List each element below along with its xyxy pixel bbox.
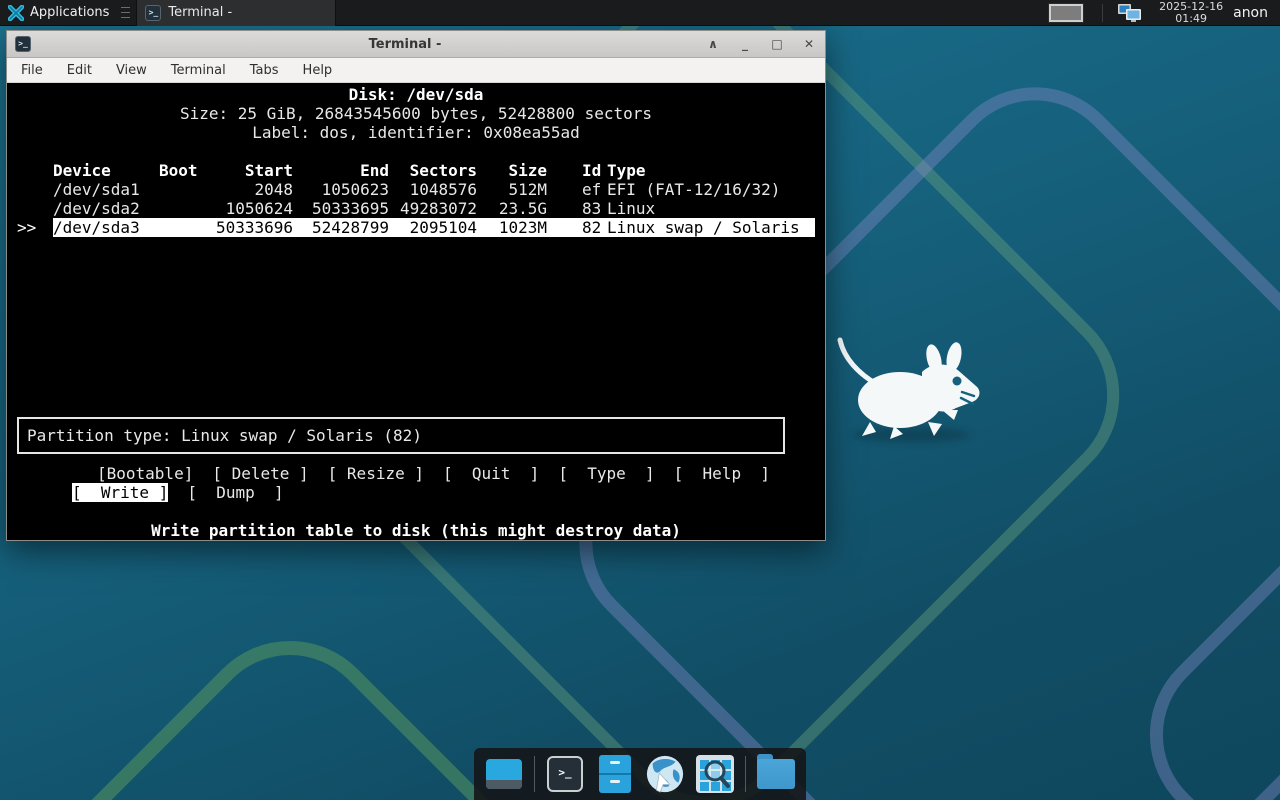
network-monitors-icon[interactable] <box>1117 3 1143 23</box>
partition-type-info-box: Partition type: Linux swap / Solaris (82… <box>17 417 785 454</box>
dump-button[interactable]: [ Dump ] <box>187 483 283 502</box>
menu-help[interactable]: Help <box>303 63 333 78</box>
panel-separator <box>1102 4 1103 22</box>
clock-time: 01:49 <box>1159 13 1223 25</box>
terminal-window: >_ Terminal - ∧ _ □ ✕ File Edit View Ter… <box>6 30 826 541</box>
partition-table: Device Boot Start End Sectors Size Id Ty… <box>17 161 815 237</box>
help-button[interactable]: [ Help ] <box>674 464 770 483</box>
mouse-eye <box>953 377 962 386</box>
taskbar-window-label: Terminal - <box>168 5 232 20</box>
window-terminal-icon: >_ <box>15 36 31 52</box>
username-label: anon <box>1233 5 1268 21</box>
quit-button[interactable]: [ Quit ] <box>443 464 539 483</box>
window-title: Terminal - <box>105 37 705 52</box>
dock-separator <box>745 756 746 792</box>
partition-type-text: Partition type: Linux swap / Solaris (82… <box>27 426 422 445</box>
workspace-1-cell[interactable] <box>1049 4 1083 22</box>
clock-date: 2025-12-16 <box>1159 1 1223 13</box>
delete-button[interactable]: [ Delete ] <box>212 464 308 483</box>
clock[interactable]: 2025-12-16 01:49 <box>1159 1 1223 25</box>
selection-marker: >> <box>17 218 53 237</box>
applications-label: Applications <box>30 5 109 20</box>
menu-file[interactable]: File <box>21 63 43 78</box>
minimize-button[interactable]: _ <box>737 37 753 51</box>
magnifier-icon <box>696 755 734 793</box>
terminal-icon: >_ <box>145 5 161 21</box>
terminal-launcher-icon[interactable]: >_ <box>545 754 585 794</box>
xubuntu-mouse-logo <box>836 336 988 440</box>
show-desktop-icon[interactable] <box>484 754 524 794</box>
applications-menu-button[interactable]: Applications <box>0 0 117 26</box>
dock: >_ <box>474 748 806 800</box>
shade-button[interactable]: ∧ <box>705 37 721 51</box>
cfdisk-menu-row-2: [ Write ] [ Dump ] <box>17 483 815 502</box>
resize-button[interactable]: [ Resize ] <box>328 464 424 483</box>
file-manager-icon[interactable] <box>595 754 635 794</box>
close-button[interactable]: ✕ <box>801 37 817 51</box>
dock-separator <box>534 756 535 792</box>
maximize-button[interactable]: □ <box>769 37 785 51</box>
terminal-empty-area <box>17 237 815 417</box>
cfdisk-status-line: Write partition table to disk (this migh… <box>17 521 815 540</box>
menu-terminal[interactable]: Terminal <box>171 63 226 78</box>
folder-icon[interactable] <box>756 754 796 794</box>
top-panel: Applications >_ Terminal - 2025-12-16 01… <box>0 0 1280 26</box>
bootable-button[interactable]: [Bootable] <box>97 464 193 483</box>
panel-grip-icon <box>121 7 130 18</box>
window-menubar: File Edit View Terminal Tabs Help <box>7 58 825 83</box>
menu-tabs[interactable]: Tabs <box>250 63 279 78</box>
disk-header: Disk: /dev/sda <box>17 85 815 104</box>
blank-line <box>17 142 815 161</box>
disk-size-line: Size: 25 GiB, 26843545600 bytes, 5242880… <box>17 104 815 123</box>
disk-label-line: Label: dos, identifier: 0x08ea55ad <box>17 123 815 142</box>
cfdisk-menu-row-1: [Bootable] [ Delete ] [ Resize ] [ Quit … <box>17 464 815 483</box>
web-browser-icon[interactable] <box>645 754 685 794</box>
wallpaper-purple-outline-2 <box>1111 297 1280 800</box>
taskbar-window-button[interactable]: >_ Terminal - <box>136 0 336 26</box>
window-titlebar[interactable]: >_ Terminal - ∧ _ □ ✕ <box>7 31 825 58</box>
menu-view[interactable]: View <box>116 63 147 78</box>
workspace-pager[interactable] <box>1048 3 1084 23</box>
xfce-logo-icon <box>8 5 24 21</box>
type-button[interactable]: [ Type ] <box>558 464 654 483</box>
menu-edit[interactable]: Edit <box>67 63 92 78</box>
write-button-selected[interactable]: [ Write ] <box>72 483 168 502</box>
cfdisk-screen[interactable]: Disk: /dev/sda Size: 25 GiB, 26843545600… <box>7 83 825 540</box>
application-finder-icon[interactable] <box>695 754 735 794</box>
